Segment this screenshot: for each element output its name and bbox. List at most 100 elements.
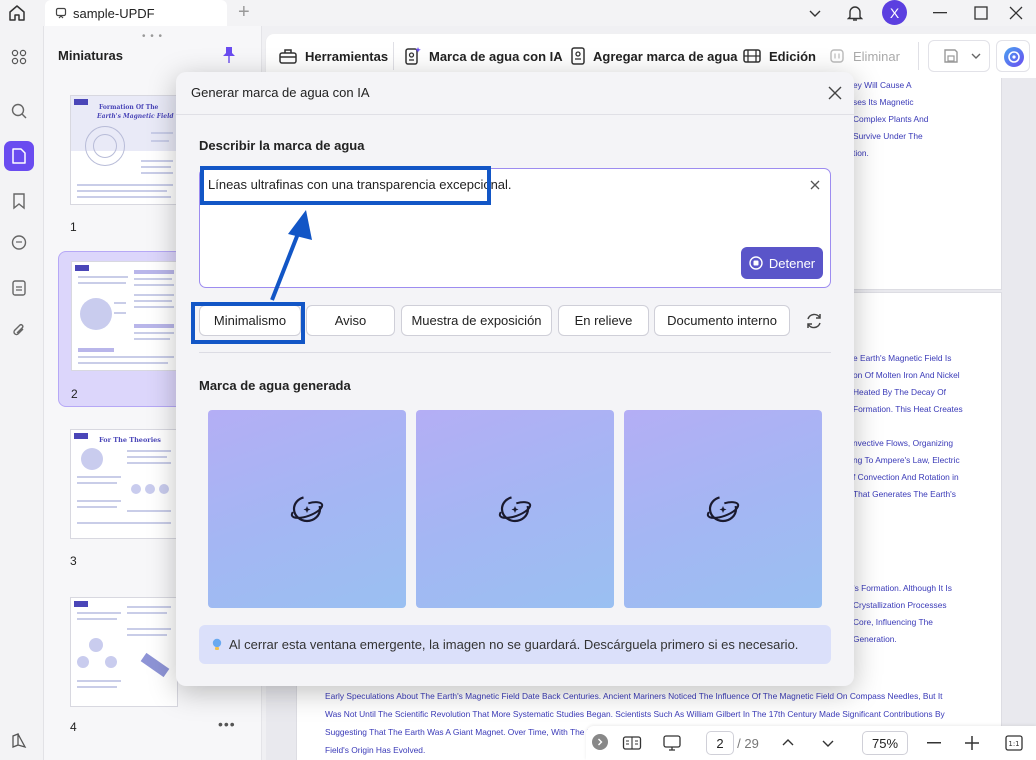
previous-page-button[interactable] — [776, 731, 800, 755]
style-chip-aviso[interactable]: Aviso — [306, 305, 395, 336]
close-icon — [810, 180, 820, 190]
tools-button[interactable]: Herramientas — [278, 42, 388, 70]
thumbnails-button[interactable] — [4, 141, 34, 171]
ai-watermark-icon — [405, 47, 421, 65]
thumbnail-heading: Earth's Magnetic Field — [97, 113, 174, 120]
notice-text: Al cerrar esta ventana emergente, la ima… — [229, 637, 799, 652]
actual-size-button[interactable]: 1:1 — [1002, 731, 1026, 755]
panel-drag-handle[interactable]: • • • — [142, 31, 163, 42]
ai-assistant-icon — [1004, 47, 1024, 67]
notifications-button[interactable] — [835, 0, 875, 26]
close-icon — [828, 86, 842, 100]
ai-watermark-button[interactable]: Marca de agua con IA — [404, 42, 563, 70]
new-tab-button[interactable]: + — [238, 2, 250, 22]
search-button[interactable] — [4, 96, 34, 126]
document-text-line: That Generates The Earth's — [853, 489, 956, 499]
chevron-down-icon — [822, 740, 834, 747]
add-watermark-button[interactable]: Agregar marca de agua — [570, 42, 738, 70]
attachment-icon — [13, 324, 24, 336]
lightbulb-icon — [212, 638, 222, 650]
stop-label: Detener — [768, 255, 816, 271]
document-tab[interactable]: sample-UPDF — [45, 0, 227, 26]
toolbar-divider — [393, 42, 394, 70]
trash-icon — [830, 49, 844, 63]
zoom-in-button[interactable] — [960, 731, 984, 755]
watermark-icon — [571, 47, 585, 65]
comments-button[interactable] — [4, 228, 34, 258]
presentation-icon — [663, 735, 681, 751]
reading-mode-button[interactable] — [620, 731, 644, 755]
save-icon — [944, 49, 958, 63]
panel-toggle-button[interactable] — [4, 42, 34, 72]
comment-icon — [11, 235, 27, 250]
toolbar-divider — [918, 42, 919, 70]
zoom-out-button[interactable] — [922, 731, 946, 755]
save-dropdown[interactable] — [928, 40, 990, 72]
bookmark-icon — [13, 193, 25, 210]
zoom-level-input[interactable]: 75% — [862, 731, 908, 755]
home-button[interactable] — [6, 3, 28, 23]
grid-icon — [11, 49, 27, 65]
generated-watermark-1[interactable] — [208, 410, 406, 608]
document-text-line: 's Formation. Although It Is — [853, 583, 952, 593]
thumbnail-more-button[interactable]: ••• — [218, 716, 236, 732]
ai-watermark-dialog: Generar marca de agua con IA Describir l… — [176, 72, 854, 686]
collapse-bar-button[interactable] — [592, 734, 608, 750]
style-chip-en-relieve[interactable]: En relieve — [558, 305, 649, 336]
presentation-button[interactable] — [660, 731, 684, 755]
dialog-close-button[interactable] — [825, 83, 845, 103]
refresh-styles-button[interactable] — [803, 310, 825, 332]
edit-icon — [743, 49, 761, 63]
pin-icon — [223, 47, 235, 63]
user-avatar[interactable]: X — [882, 0, 907, 25]
add-watermark-label: Agregar marca de agua — [593, 48, 738, 64]
document-text-line: Survive Under The — [853, 131, 923, 141]
document-text-line: tion. — [853, 148, 869, 158]
generated-watermark-2[interactable] — [416, 410, 614, 608]
forms-button[interactable] — [4, 273, 34, 303]
stop-button[interactable]: Detener — [741, 247, 823, 279]
document-text-line: Was Not Until The Scientific Revolution … — [325, 709, 945, 719]
save-notice-banner: Al cerrar esta ventana emergente, la ima… — [199, 625, 831, 664]
close-window-button[interactable] — [996, 0, 1036, 26]
style-chip-muestra-exposicion[interactable]: Muestra de exposición — [401, 305, 552, 336]
document-text-line: Crystallization Processes — [853, 600, 947, 610]
book-icon — [622, 736, 642, 750]
home-icon — [9, 5, 25, 21]
tools-label: Herramientas — [305, 48, 389, 64]
ai-watermark-label: Marca de agua con IA — [429, 48, 563, 64]
minimize-button[interactable] — [920, 0, 960, 26]
loading-spinner-icon — [498, 495, 532, 523]
page-navigation-bar: 2 / 29 75% 1:1 — [586, 726, 1036, 760]
attachments-button[interactable] — [4, 316, 34, 346]
close-icon — [1009, 6, 1023, 20]
ai-assistant-button[interactable] — [996, 40, 1030, 72]
edit-button[interactable]: Edición — [742, 42, 816, 70]
clear-input-button[interactable] — [807, 177, 823, 193]
layers-button[interactable] — [4, 726, 34, 756]
document-text-line: Suggesting That The Earth Was A Giant Ma… — [325, 727, 598, 737]
document-text-line: Generation. — [853, 634, 897, 644]
bell-icon — [847, 6, 863, 21]
thumbnail-heading: Formation Of The — [99, 104, 159, 111]
pin-panel-button[interactable] — [222, 46, 236, 67]
page-number-input[interactable]: 2 — [706, 731, 734, 755]
next-page-button[interactable] — [816, 731, 840, 755]
total-pages: / 29 — [737, 735, 759, 751]
thumbnail-image — [71, 261, 179, 371]
prompt-highlight-box — [200, 166, 491, 205]
generated-watermark-3[interactable] — [624, 410, 822, 608]
tabs-dropdown-button[interactable] — [795, 0, 835, 26]
style-highlight-box — [191, 302, 305, 344]
document-tab-icon — [55, 7, 67, 19]
style-chip-documento-interno[interactable]: Documento interno — [654, 305, 790, 336]
document-text-line: Complex Plants And — [853, 114, 929, 124]
generated-label: Marca de agua generada — [199, 378, 351, 393]
delete-button[interactable]: Eliminar — [828, 42, 900, 70]
thumbnails-title: Miniaturas — [58, 48, 124, 63]
thumbnails-icon — [12, 148, 26, 164]
bookmarks-button[interactable] — [4, 186, 34, 216]
maximize-button[interactable] — [961, 0, 1001, 26]
document-text-line: ng To Ampere's Law, Electric — [853, 455, 960, 465]
document-text-line: f Convection And Rotation in — [853, 472, 959, 482]
